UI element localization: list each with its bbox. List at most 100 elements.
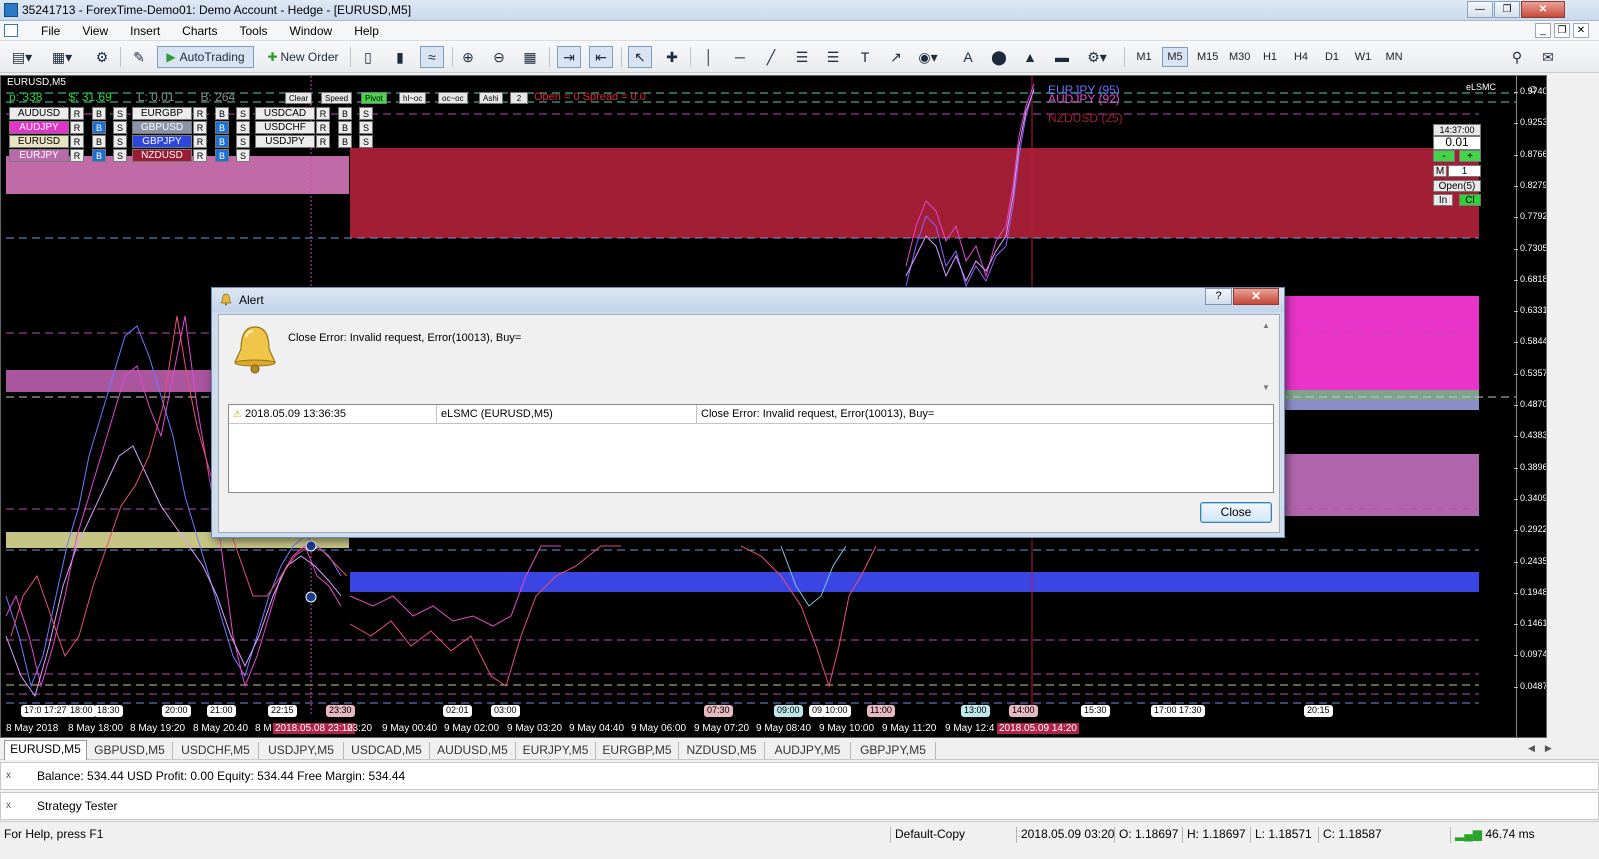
cursor-icon[interactable]: ↖ [628, 46, 652, 68]
pair-audjpy[interactable]: AUDJPY [9, 121, 69, 134]
pair-eurgbp[interactable]: EURGBP [132, 107, 192, 120]
timeframe-m5[interactable]: M5 [1162, 47, 1188, 67]
pair-usdchf[interactable]: USDCHF [255, 121, 315, 134]
buy-button[interactable]: B [92, 135, 106, 148]
scroll-down-icon[interactable]: ▼ [1262, 383, 1270, 392]
chart-tab[interactable]: NZDUSD,M5 [679, 742, 765, 759]
ellipse-icon[interactable]: ⬤ [987, 46, 1011, 68]
search-icon[interactable]: ⚲ [1505, 46, 1529, 68]
lot-increase-button[interactable]: + [1459, 150, 1481, 162]
sell-button[interactable]: S [236, 149, 250, 162]
menu-window[interactable]: Window [279, 23, 344, 39]
connection-status[interactable]: ▂▄▆ 46.74 ms [1450, 827, 1550, 843]
reverse-button[interactable]: R [316, 121, 330, 134]
zoom-in-icon[interactable]: ⊕ [456, 46, 480, 68]
reverse-button[interactable]: R [316, 135, 330, 148]
buy-button[interactable]: B [338, 107, 352, 120]
market-watch-icon[interactable]: ⚙ [90, 46, 114, 68]
profiles-icon[interactable]: ▦▾ [50, 46, 74, 68]
sell-button[interactable]: S [236, 135, 250, 148]
shapes-icon[interactable]: ◉▾ [916, 46, 940, 68]
pair-eurjpy[interactable]: EURJPY [9, 149, 69, 162]
order-marker[interactable] [305, 591, 317, 603]
chart-tab[interactable]: AUDJPY,M5 [765, 742, 851, 759]
pair-nzdusd[interactable]: NZDUSD [132, 149, 192, 162]
buy-button[interactable]: B [215, 149, 229, 162]
chat-icon[interactable]: ✉ [1536, 46, 1560, 68]
chart-tab[interactable]: EURJPY,M5 [516, 742, 596, 759]
magic-field[interactable]: 1 [1448, 165, 1481, 177]
mdi-minimize-icon[interactable]: _ [1535, 23, 1551, 38]
timeframe-w1[interactable]: W1 [1350, 47, 1376, 67]
crosshair-icon[interactable]: ✚ [660, 46, 684, 68]
close-terminal-icon[interactable]: x [6, 770, 11, 781]
pair-usdcad[interactable]: USDCAD [255, 107, 315, 120]
order-marker[interactable] [305, 540, 317, 552]
metaeditor-icon[interactable]: ✎ [127, 46, 151, 68]
close-tester-icon[interactable]: x [6, 800, 11, 811]
chart-tab[interactable]: USDJPY,M5 [259, 742, 344, 759]
buy-button[interactable]: B [92, 121, 106, 134]
sell-button[interactable]: S [359, 135, 373, 148]
close-dialog-icon[interactable]: ✕ [1233, 288, 1279, 305]
label-icon[interactable]: A [956, 46, 980, 68]
reverse-button[interactable]: R [193, 135, 207, 148]
new-chart-icon[interactable]: ▤▾ [10, 46, 34, 68]
chart-tab[interactable]: GBPJPY,M5 [851, 742, 936, 759]
sell-button[interactable]: S [359, 107, 373, 120]
text-icon[interactable]: T [853, 46, 877, 68]
speed-button[interactable]: Speed [321, 92, 353, 104]
document-icon[interactable] [4, 24, 18, 37]
buy-button[interactable]: B [215, 121, 229, 134]
lot-decrease-button[interactable]: - [1433, 150, 1455, 162]
sell-button[interactable]: S [236, 121, 250, 134]
sell-button[interactable]: S [113, 107, 127, 120]
in-button[interactable]: In [1433, 194, 1453, 206]
timeframe-h1[interactable]: H1 [1257, 47, 1283, 67]
pair-usdjpy[interactable]: USDJPY [255, 135, 315, 148]
triangle-icon[interactable]: ▲ [1018, 46, 1042, 68]
vertical-line-icon[interactable]: │ [697, 46, 721, 68]
chart-tab[interactable]: EURGBP,M5 [596, 742, 679, 759]
menu-view[interactable]: View [71, 23, 119, 39]
autoscroll-icon[interactable]: ⇥ [557, 46, 581, 68]
new-order-button[interactable]: ✚ New Order [262, 46, 344, 68]
restore-icon[interactable]: ❐ [1494, 1, 1520, 18]
candlestick-icon[interactable]: ▮ [388, 46, 412, 68]
ashi-button[interactable]: Ashi [479, 92, 503, 104]
menu-help[interactable]: Help [343, 23, 390, 39]
reverse-button[interactable]: R [70, 121, 84, 134]
reverse-button[interactable]: R [193, 107, 207, 120]
chart-tab[interactable]: EURUSD,M5 [4, 740, 87, 760]
buy-button[interactable]: B [215, 107, 229, 120]
clear-button[interactable]: Clear [285, 92, 313, 104]
reverse-button[interactable]: R [70, 149, 84, 162]
minimize-icon[interactable]: — [1467, 1, 1493, 18]
rectangle-icon[interactable]: ▬ [1050, 46, 1074, 68]
pair-audusd[interactable]: AUDUSD [9, 107, 69, 120]
ashi-value-field[interactable]: 2 [510, 92, 528, 104]
buy-button[interactable]: B [92, 107, 106, 120]
pivot-button[interactable]: Pivot [361, 92, 387, 104]
lot-size-field[interactable]: 0.01 [1433, 136, 1481, 150]
arrow-icon[interactable]: ↗ [884, 46, 908, 68]
sell-button[interactable]: S [236, 107, 250, 120]
timeframe-d1[interactable]: D1 [1319, 47, 1345, 67]
fibonacci-icon[interactable]: ☰ [821, 46, 845, 68]
menu-charts[interactable]: Charts [171, 23, 228, 39]
timeframe-h4[interactable]: H4 [1288, 47, 1314, 67]
oc-oc-button[interactable]: oc~oc [438, 92, 468, 104]
trendline-icon[interactable]: ╱ [759, 46, 783, 68]
menu-insert[interactable]: Insert [119, 23, 171, 39]
buy-button[interactable]: B [338, 135, 352, 148]
log-time-cell[interactable]: ⚠ 2018.05.09 13:36:35 [229, 405, 437, 424]
close-window-button[interactable]: ✕ [1521, 1, 1565, 18]
buy-button[interactable]: B [215, 135, 229, 148]
help-button[interactable]: ? [1205, 288, 1232, 305]
close-all-button[interactable]: Cl [1459, 194, 1481, 206]
tile-windows-icon[interactable]: ▦ [518, 46, 542, 68]
sell-button[interactable]: S [359, 121, 373, 134]
hl-oc-button[interactable]: hl~oc [399, 92, 427, 104]
log-message[interactable]: Close Error: Invalid request, Error(1001… [697, 405, 1273, 424]
mdi-restore-icon[interactable]: ❐ [1554, 23, 1570, 38]
